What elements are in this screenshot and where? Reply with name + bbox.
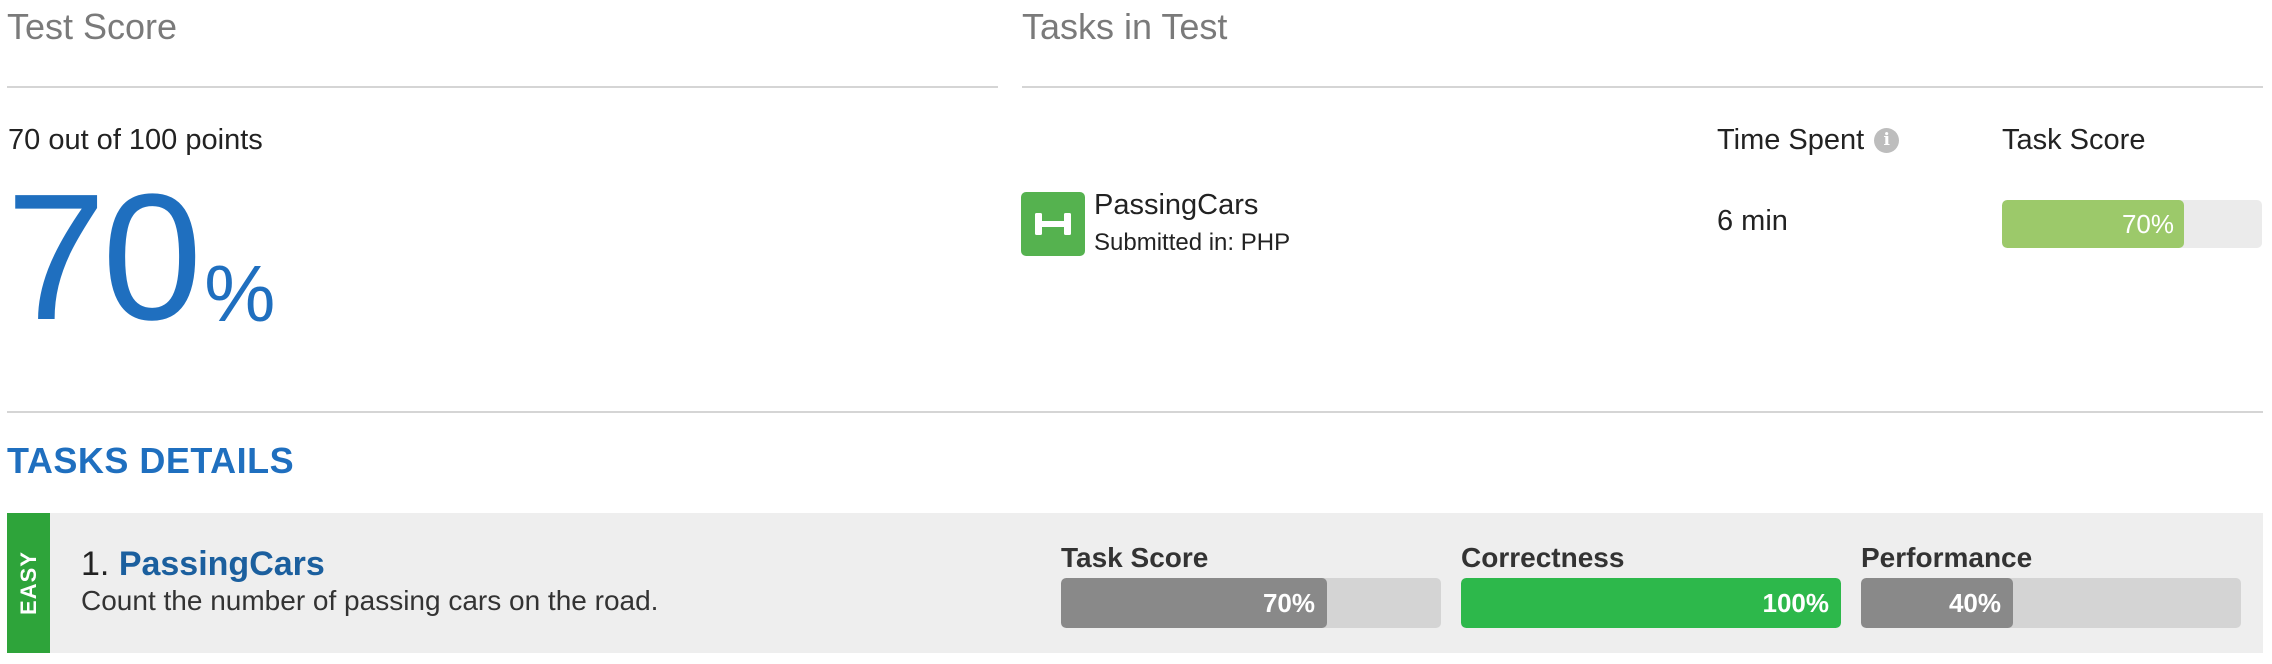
dumbbell-icon-svg (1035, 213, 1071, 235)
tasks-details-heading: TASKS DETAILS (7, 440, 295, 481)
task-score-value: 70% (2121, 209, 2174, 239)
tasks-in-test-heading: Tasks in Test (1022, 6, 1228, 47)
difficulty-badge: EASY (7, 513, 50, 653)
difficulty-label: EASY (15, 551, 41, 615)
big-score: 70% (6, 168, 275, 348)
tasks-in-test-divider (1022, 86, 2263, 88)
task-score-bar: 70% (2002, 200, 2262, 248)
task-score-fill: 70% (2002, 200, 2184, 248)
metric-task-score-label: Task Score (1061, 542, 1209, 573)
task-name[interactable]: PassingCars (1094, 189, 1258, 222)
section-divider (7, 411, 2263, 413)
metric-performance-bar: 40% (1861, 578, 2241, 628)
info-icon[interactable]: i (1874, 128, 1900, 153)
task-description: Count the number of passing cars on the … (81, 585, 659, 616)
time-spent-label: Time Spent (1717, 124, 1865, 156)
time-spent-header: Time Spent i (1717, 124, 1900, 157)
task-number: 1. (81, 545, 110, 583)
metric-correctness-fill: 100% (1461, 578, 1841, 628)
metric-performance-value: 40% (1948, 588, 2001, 618)
metric-performance-label: Performance (1861, 542, 2033, 573)
metric-task-score-bar: 70% (1061, 578, 1441, 628)
score-unit: % (204, 249, 276, 338)
points-summary: 70 out of 100 points (8, 124, 263, 156)
metric-performance-fill: 40% (1861, 578, 2013, 628)
metric-correctness-bar: 100% (1461, 578, 1841, 628)
score-value: 70 (6, 157, 202, 358)
metric-correctness-label: Correctness (1461, 542, 1625, 573)
test-score-divider (7, 86, 998, 88)
task-detail-title: 1. PassingCars (81, 545, 325, 584)
metric-task-score-value: 70% (1262, 588, 1315, 618)
metric-correctness-value: 100% (1762, 588, 1830, 618)
task-detail-link[interactable]: PassingCars (119, 545, 325, 583)
task-time-spent: 6 min (1717, 205, 1788, 237)
task-submitted-language: Submitted in: PHP (1094, 229, 1291, 256)
metric-task-score-fill: 70% (1061, 578, 1327, 628)
dumbbell-icon (1021, 192, 1085, 256)
task-score-header: Task Score (2002, 124, 2146, 156)
test-score-heading: Test Score (7, 6, 178, 47)
